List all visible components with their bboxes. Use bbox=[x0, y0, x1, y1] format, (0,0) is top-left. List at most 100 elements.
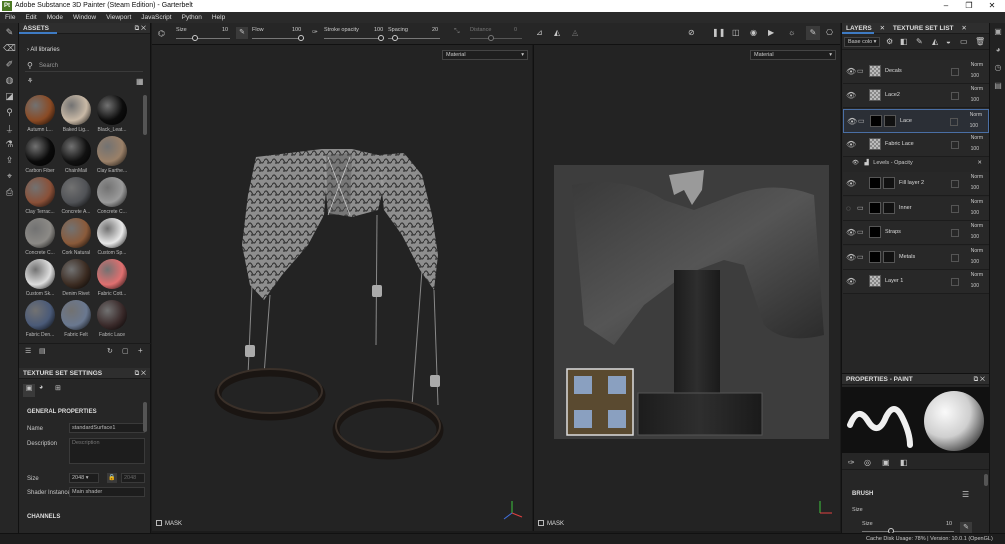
menu-file[interactable]: File bbox=[0, 12, 20, 23]
maximize-icon[interactable]: ❐ bbox=[958, 0, 980, 12]
scrollbar[interactable] bbox=[143, 95, 147, 135]
folder-icon[interactable]: ▭ bbox=[857, 67, 864, 75]
eye-icon[interactable]: 👁 bbox=[846, 140, 856, 149]
layer-checkbox[interactable] bbox=[950, 118, 958, 126]
uv-tab-icon[interactable]: ⊞ bbox=[55, 384, 61, 392]
stencil-tab-icon[interactable]: ◧ bbox=[900, 458, 908, 467]
distance-slider-handle[interactable] bbox=[488, 35, 494, 41]
scrollbar[interactable] bbox=[984, 474, 988, 486]
blend-mode[interactable]: Norm bbox=[971, 199, 983, 205]
display-settings-icon[interactable]: ◕ bbox=[993, 45, 1003, 55]
layer-row[interactable]: 👁 ▭ Straps Norm 100 bbox=[843, 221, 989, 245]
close-icon[interactable]: ✕ bbox=[961, 25, 966, 32]
mask-checkbox[interactable] bbox=[538, 520, 544, 526]
size-select[interactable]: 2048 ▾ bbox=[69, 473, 99, 483]
layer-row[interactable]: 👁 Lace2 Norm 100 bbox=[843, 84, 989, 108]
view-split-icon[interactable]: ◫ bbox=[732, 28, 740, 37]
flow-slider[interactable] bbox=[252, 38, 304, 39]
add-icon[interactable]: + bbox=[138, 346, 143, 355]
paint-mode-icon[interactable]: ✎ bbox=[806, 26, 820, 40]
menu-python[interactable]: Python bbox=[177, 12, 207, 23]
preset-menu-icon[interactable]: ☰ bbox=[962, 490, 969, 499]
close-icon[interactable]: ⧉ ✕ bbox=[135, 23, 146, 34]
name-field[interactable]: standardSurface1 bbox=[69, 423, 145, 433]
size-slider[interactable] bbox=[862, 531, 954, 532]
lock-icon[interactable]: 🔒 bbox=[107, 473, 117, 483]
material-tile[interactable]: Fabric Cott... bbox=[95, 259, 129, 297]
grid-view-icon[interactable]: ▦ bbox=[136, 77, 144, 86]
layer-checkbox[interactable] bbox=[951, 254, 959, 262]
opacity-value[interactable]: 100 bbox=[971, 283, 979, 289]
flow-slider-handle[interactable] bbox=[298, 35, 304, 41]
log-icon[interactable]: ▤ bbox=[993, 81, 1003, 91]
blend-mode[interactable]: Norm bbox=[971, 62, 983, 68]
video-icon[interactable]: ▶ bbox=[768, 28, 774, 37]
search-input[interactable]: Search bbox=[39, 63, 58, 69]
folder-icon[interactable]: ▭ bbox=[857, 228, 864, 236]
brush-tab-icon[interactable]: ✑ bbox=[848, 458, 855, 467]
symmetry-icon[interactable]: ⊿ bbox=[536, 28, 543, 37]
material-tile[interactable]: Carbon Fiber bbox=[23, 136, 57, 174]
blend-mode[interactable]: Norm bbox=[971, 135, 983, 141]
folder-icon[interactable]: ▭ bbox=[858, 117, 865, 125]
spacing-slider-handle[interactable] bbox=[392, 35, 398, 41]
smudge-icon[interactable]: ◪ bbox=[3, 90, 16, 103]
stamp-icon[interactable]: ⍊ bbox=[3, 122, 16, 135]
clone-icon[interactable]: ⚲ bbox=[3, 106, 16, 119]
eye-icon[interactable]: 👁 bbox=[846, 91, 856, 100]
distance-slider[interactable] bbox=[470, 38, 522, 39]
shader-tab-icon[interactable]: ◕ bbox=[39, 384, 43, 391]
layer-checkbox[interactable] bbox=[951, 141, 959, 149]
layer-row[interactable]: 👁 Fill layer 2 Norm 100 bbox=[843, 172, 989, 196]
paint-brush-icon[interactable]: ✎ bbox=[3, 26, 16, 39]
eye-icon[interactable]: 👁 bbox=[846, 277, 856, 286]
eye-icon[interactable]: 👁 bbox=[847, 117, 857, 126]
close-icon[interactable]: ✕ bbox=[977, 160, 982, 166]
material-tile[interactable]: Concrete A... bbox=[59, 177, 93, 215]
opacity-value[interactable]: 100 bbox=[971, 210, 979, 216]
opacity-value[interactable]: 100 bbox=[971, 234, 979, 240]
layer-checkbox[interactable] bbox=[951, 278, 959, 286]
measure-icon[interactable]: ⌖ bbox=[3, 170, 16, 183]
blend-mode[interactable]: Norm bbox=[971, 248, 983, 254]
material-tile[interactable]: Clay Earthe... bbox=[95, 136, 129, 174]
material-tile[interactable]: Custom Sp... bbox=[95, 218, 129, 256]
opacity-value[interactable]: 100 bbox=[971, 73, 979, 79]
viewport-2d[interactable]: Material ▾ MASK bbox=[533, 45, 840, 531]
tab-texture-set-list[interactable]: TEXTURE SET LIST bbox=[893, 25, 954, 32]
layer-row[interactable]: ◌ ▭ Inner Norm 100 bbox=[843, 197, 989, 221]
tab-layers[interactable]: LAYERS bbox=[846, 25, 872, 32]
eye-icon[interactable]: 👁 bbox=[852, 160, 859, 166]
material-tile[interactable]: Clay Terrac... bbox=[23, 177, 57, 215]
menu-mode[interactable]: Mode bbox=[42, 12, 68, 23]
menu-javascript[interactable]: JavaScript bbox=[136, 12, 176, 23]
paint-layer-icon[interactable]: ✎ bbox=[916, 37, 923, 46]
material-tab-icon[interactable]: ◎ bbox=[864, 458, 871, 467]
pause-icon[interactable]: ❚❚ bbox=[712, 28, 725, 37]
lasso-icon[interactable]: ⌬ bbox=[158, 29, 165, 38]
opacity-value[interactable]: 100 bbox=[971, 97, 979, 103]
layer-checkbox[interactable] bbox=[951, 68, 959, 76]
effect-row[interactable]: 👁 ▟ Levels - Opacity ✕ bbox=[852, 160, 986, 170]
screenshot-icon[interactable]: ⎔ bbox=[826, 28, 833, 37]
texture-set-icon[interactable]: ▣ bbox=[993, 27, 1003, 37]
mirror-icon[interactable]: ◭ bbox=[554, 28, 560, 37]
material-tile[interactable]: Fabric Felt bbox=[59, 300, 93, 338]
alpha-tab-icon[interactable]: ▣ bbox=[882, 458, 890, 467]
eraser-icon[interactable]: ⌫ bbox=[3, 42, 16, 55]
projection-icon[interactable]: ✐ bbox=[3, 58, 16, 71]
layer-row[interactable]: 👁 Layer 1 Norm 100 bbox=[843, 270, 989, 294]
material-tile[interactable]: Denim Rivet bbox=[59, 259, 93, 297]
refresh-icon[interactable]: ↻ bbox=[107, 347, 113, 355]
menu-help[interactable]: Help bbox=[207, 12, 230, 23]
description-field[interactable]: Description bbox=[69, 438, 145, 464]
folder-add-icon[interactable]: ▭ bbox=[960, 37, 968, 46]
bake-icon[interactable]: ⇪ bbox=[3, 154, 16, 167]
geometry-fill-icon[interactable]: ◍ bbox=[3, 74, 16, 87]
layer-checkbox[interactable] bbox=[951, 229, 959, 237]
opacity-value[interactable]: 100 bbox=[971, 185, 979, 191]
blend-mode[interactable]: Norm bbox=[971, 174, 983, 180]
picker-icon[interactable]: ⚗ bbox=[3, 138, 16, 151]
material-tile[interactable]: Autumn L... bbox=[23, 95, 57, 133]
search-bar[interactable]: ⚲ Search bbox=[25, 61, 143, 72]
